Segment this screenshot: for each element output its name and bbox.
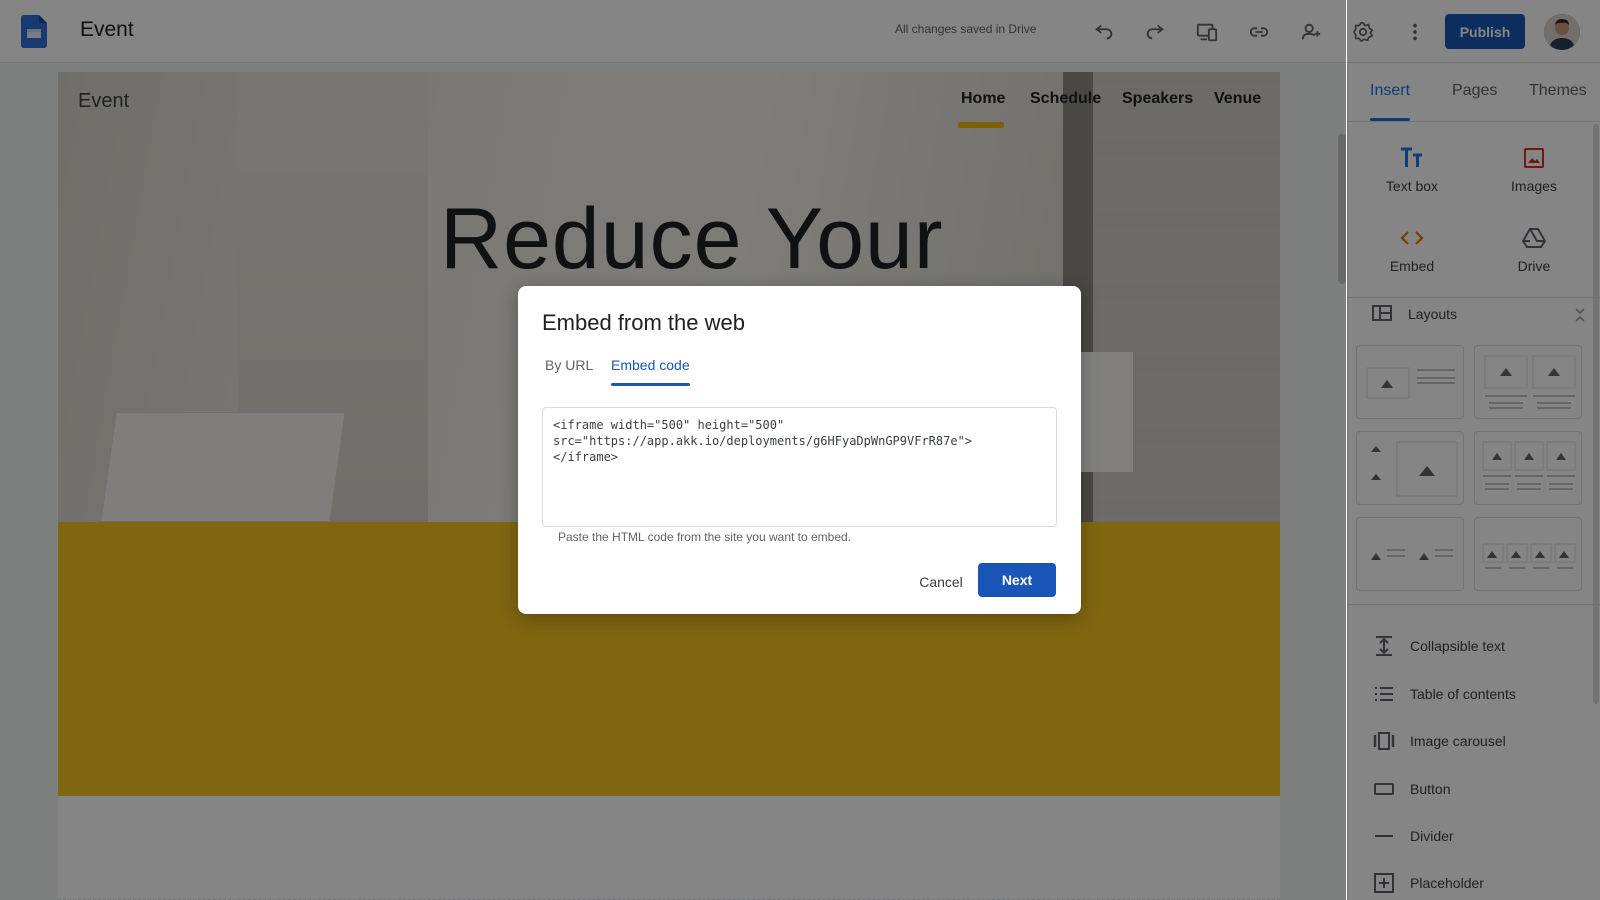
embed-code-helper-text: Paste the HTML code from the site you wa… [558, 530, 852, 544]
embed-dialog: Embed from the web By URL Embed code <if… [518, 286, 1081, 614]
modal-overlay-panel[interactable] [1347, 0, 1600, 900]
dialog-tab-active-indicator [611, 383, 690, 386]
next-button[interactable]: Next [978, 563, 1056, 597]
dialog-title: Embed from the web [542, 310, 745, 335]
tab-embed-code[interactable]: Embed code [611, 357, 690, 373]
embed-code-input[interactable]: <iframe width="500" height="500" src="ht… [542, 407, 1057, 527]
tab-by-url[interactable]: By URL [545, 357, 593, 373]
cancel-button[interactable]: Cancel [906, 565, 976, 599]
